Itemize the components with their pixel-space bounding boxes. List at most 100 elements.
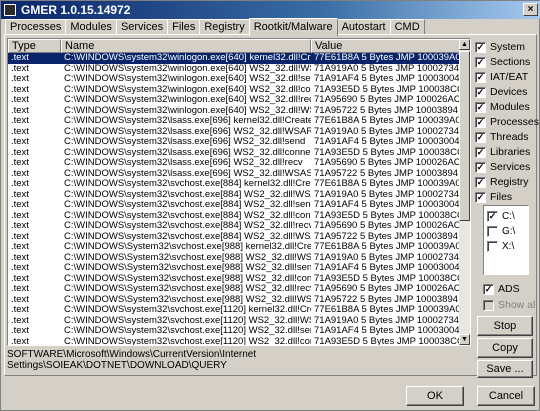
- checkmark-icon[interactable]: ✓: [475, 191, 486, 203]
- table-row[interactable]: .text C:\WINDOWS\system32\lsass.exe[696] …: [8, 116, 460, 127]
- name-cell: C:\WINDOWS\system32\svchost.exe[1120] WS…: [64, 315, 311, 326]
- value-cell: 71A93E5D 5 Bytes JMP 100038CC: [314, 84, 460, 95]
- table-row[interactable]: .text C:\WINDOWS\system32\winlogon.exe[64…: [8, 53, 460, 64]
- table-row[interactable]: .text C:\WINDOWS\system32\winlogon.exe[64…: [8, 64, 460, 75]
- tab-files[interactable]: Files: [167, 19, 201, 35]
- option-iat-eat-checkbox[interactable]: ✓ IAT/EAT: [475, 70, 528, 84]
- scroll-down-icon[interactable]: ▼: [459, 334, 470, 345]
- vertical-scrollbar[interactable]: ▲ ▼: [459, 39, 470, 345]
- checkmark-icon[interactable]: ✓: [475, 131, 486, 143]
- option-libraries-checkbox[interactable]: ✓ Libraries: [475, 145, 530, 159]
- copy-button[interactable]: Copy: [477, 338, 533, 358]
- value-cell: 71A93E5D 5 Bytes JMP 100038CC: [314, 336, 460, 346]
- checkmark-icon[interactable]: ✓: [475, 56, 486, 68]
- column-header-name[interactable]: Name: [61, 39, 311, 53]
- table-row[interactable]: .text C:\WINDOWS\system32\svchost.exe[884…: [8, 179, 460, 190]
- drive-item[interactable]: X:\: [487, 240, 514, 253]
- option-modules-checkbox[interactable]: ✓ Modules: [475, 100, 530, 114]
- table-row[interactable]: .text C:\WINDOWS\system32\lsass.exe[696] …: [8, 137, 460, 148]
- checkmark-icon[interactable]: ✓: [475, 86, 486, 98]
- type-cell: .text: [11, 158, 29, 168]
- results-list[interactable]: Type Name Value .text C:\WINDOWS\system32…: [7, 38, 471, 346]
- option-services-label: Services: [490, 161, 531, 173]
- scroll-thumb[interactable]: [459, 51, 470, 221]
- table-row[interactable]: .text C:\WINDOWS\system32\svchost.exe[884…: [8, 221, 460, 232]
- table-row[interactable]: .text C:\WINDOWS\system32\winlogon.exe[64…: [8, 95, 460, 106]
- tab-autostart[interactable]: Autostart: [336, 19, 391, 35]
- type-cell: .text: [11, 137, 29, 147]
- value-cell: 71A95690 5 Bytes JMP 100026AC: [314, 158, 460, 168]
- table-row[interactable]: .text C:\WINDOWS\system32\svchost.exe[884…: [8, 190, 460, 201]
- tab-cmd[interactable]: CMD: [389, 19, 425, 35]
- checkmark-icon[interactable]: ✓: [475, 176, 486, 188]
- name-cell: C:\WINDOWS\system32\lsass.exe[696] WS2_3…: [64, 168, 311, 179]
- tab-processes[interactable]: Processes: [5, 19, 67, 35]
- table-row[interactable]: .text C:\WINDOWS\system32\svchost.exe[884…: [8, 200, 460, 211]
- status-path-line-2: Settings\SOIEAK\DOTNET\DOWNLOAD\QUERY: [7, 360, 227, 371]
- save-button[interactable]: Save ...: [477, 360, 533, 378]
- type-cell: .text: [11, 336, 29, 346]
- table-row[interactable]: .text C:\WINDOWS\System32\svchost.exe[988…: [8, 274, 460, 285]
- tab-modules[interactable]: Modules: [65, 19, 117, 35]
- table-row[interactable]: .text C:\WINDOWS\System32\svchost.exe[988…: [8, 242, 460, 253]
- value-cell: 71A919A0 5 Bytes JMP 10002734: [314, 252, 460, 263]
- drive-checkbox[interactable]: ✓: [487, 211, 498, 222]
- table-row[interactable]: .text C:\WINDOWS\system32\lsass.exe[696] …: [8, 158, 460, 169]
- option-services-checkbox[interactable]: ✓ Services: [475, 160, 530, 174]
- title-bar[interactable]: GMER 1.0.15.14972 ×: [1, 1, 540, 19]
- table-row[interactable]: .text C:\WINDOWS\System32\svchost.exe[988…: [8, 284, 460, 295]
- checkmark-icon[interactable]: ✓: [475, 41, 486, 53]
- type-cell: .text: [11, 74, 29, 84]
- drive-checkbox[interactable]: [487, 241, 498, 252]
- option-files-checkbox[interactable]: ✓ Files: [475, 190, 512, 204]
- table-row[interactable]: .text C:\WINDOWS\system32\svchost.exe[884…: [8, 232, 460, 243]
- drive-item[interactable]: ✓ C:\: [487, 210, 515, 223]
- table-row[interactable]: .text C:\WINDOWS\system32\winlogon.exe[64…: [8, 85, 460, 96]
- scroll-up-icon[interactable]: ▲: [459, 39, 470, 50]
- column-header-type[interactable]: Type: [8, 39, 61, 53]
- table-row[interactable]: .text C:\WINDOWS\system32\lsass.exe[696] …: [8, 169, 460, 180]
- checkmark-icon[interactable]: ✓: [475, 146, 486, 158]
- table-row[interactable]: .text C:\WINDOWS\system32\lsass.exe[696] …: [8, 148, 460, 159]
- stop-button[interactable]: Stop: [477, 316, 533, 336]
- table-row[interactable]: .text C:\WINDOWS\system32\svchost.exe[884…: [8, 211, 460, 222]
- ads-checkbox[interactable]: ✓ ADS: [483, 282, 520, 296]
- option-threads-checkbox[interactable]: ✓ Threads: [475, 130, 529, 144]
- table-row[interactable]: .text C:\WINDOWS\system32\svchost.exe[112…: [8, 336, 460, 346]
- tab-rootkit-malware[interactable]: Rootkit/Malware: [248, 18, 338, 36]
- table-row[interactable]: .text C:\WINDOWS\System32\svchost.exe[988…: [8, 253, 460, 264]
- drive-item[interactable]: G:\: [487, 225, 515, 238]
- tab-registry[interactable]: Registry: [199, 19, 250, 35]
- checkmark-icon[interactable]: ✓: [475, 71, 486, 83]
- value-cell: 71A95690 5 Bytes JMP 100026AC: [314, 95, 460, 105]
- table-row[interactable]: .text C:\WINDOWS\system32\svchost.exe[112…: [8, 316, 460, 327]
- ads-checkbox-box[interactable]: ✓: [483, 283, 494, 295]
- option-registry-checkbox[interactable]: ✓ Registry: [475, 175, 529, 189]
- checkmark-icon[interactable]: ✓: [475, 116, 486, 128]
- value-cell: 71A919A0 5 Bytes JMP 10002734: [314, 63, 460, 74]
- checkmark-icon[interactable]: ✓: [475, 101, 486, 113]
- tab-services[interactable]: Services: [115, 19, 169, 35]
- table-row[interactable]: .text C:\WINDOWS\system32\svchost.exe[112…: [8, 305, 460, 316]
- drive-checkbox[interactable]: [487, 226, 498, 237]
- option-sections-checkbox[interactable]: ✓ Sections: [475, 55, 530, 69]
- cancel-button[interactable]: Cancel: [477, 386, 535, 406]
- type-cell: .text: [11, 126, 29, 137]
- table-row[interactable]: .text C:\WINDOWS\system32\svchost.exe[112…: [8, 326, 460, 337]
- value-cell: 71A95722 5 Bytes JMP 10003894: [314, 294, 459, 305]
- option-files-label: Files: [490, 191, 513, 203]
- option-devices-checkbox[interactable]: ✓ Devices: [475, 85, 527, 99]
- option-system-checkbox[interactable]: ✓ System: [475, 40, 525, 54]
- table-row[interactable]: .text C:\WINDOWS\system32\winlogon.exe[64…: [8, 74, 460, 85]
- option-processes-checkbox[interactable]: ✓ Processes: [475, 115, 539, 129]
- close-button[interactable]: ×: [523, 3, 538, 16]
- column-header-value[interactable]: Value: [311, 39, 460, 53]
- table-row[interactable]: .text C:\WINDOWS\System32\svchost.exe[988…: [8, 263, 460, 274]
- ok-button[interactable]: OK: [406, 386, 464, 406]
- name-cell: C:\WINDOWS\System32\svchost.exe[988] WS2…: [64, 284, 311, 294]
- table-row[interactable]: .text C:\WINDOWS\system32\winlogon.exe[64…: [8, 106, 460, 117]
- name-cell: C:\WINDOWS\system32\winlogon.exe[640] WS…: [64, 105, 311, 116]
- table-row[interactable]: .text C:\WINDOWS\system32\lsass.exe[696] …: [8, 127, 460, 138]
- checkmark-icon[interactable]: ✓: [475, 161, 486, 173]
- table-row[interactable]: .text C:\WINDOWS\System32\svchost.exe[988…: [8, 295, 460, 306]
